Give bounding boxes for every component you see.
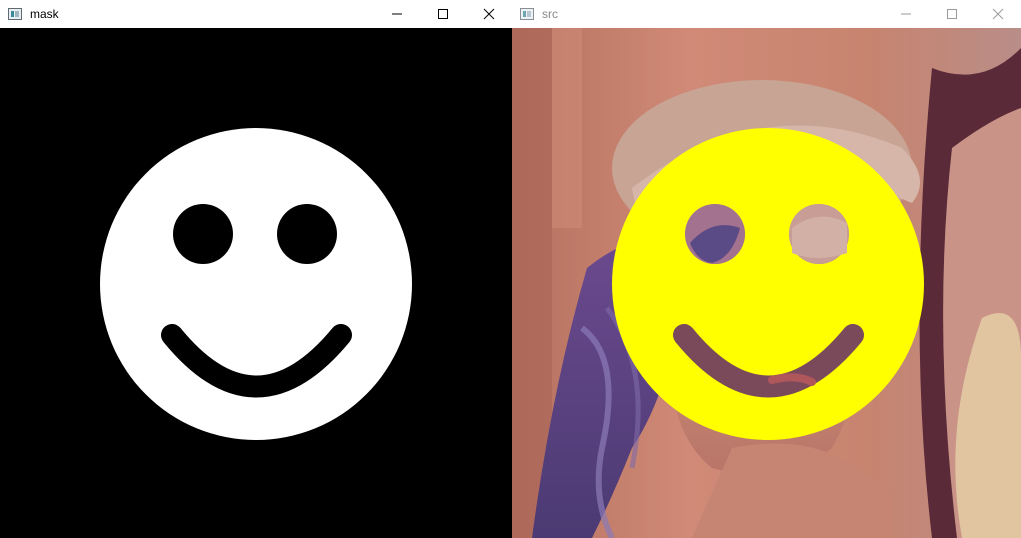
mask-window-title: mask [30, 7, 59, 21]
close-button[interactable] [975, 0, 1021, 28]
minimize-button[interactable] [374, 0, 420, 28]
minimize-button[interactable] [883, 0, 929, 28]
photo-wall-column [552, 28, 582, 228]
mask-smiley-right-eye [277, 204, 337, 264]
close-button[interactable] [466, 0, 512, 28]
src-window-controls [883, 0, 1021, 28]
mask-smiley-left-eye [173, 204, 233, 264]
src-mouth-lips [768, 373, 816, 386]
mask-window-controls [374, 0, 512, 28]
app-window-icon [8, 8, 22, 20]
minimize-icon [392, 13, 402, 15]
maximize-button[interactable] [929, 0, 975, 28]
mask-image-canvas [0, 28, 512, 538]
close-icon [483, 8, 495, 20]
src-photo [512, 28, 1021, 538]
src-window: src [512, 0, 1021, 538]
src-window-title: src [542, 7, 558, 21]
mask-title-bar[interactable]: mask [0, 0, 512, 28]
maximize-icon [947, 9, 957, 19]
src-title-bar[interactable]: src [512, 0, 1021, 28]
maximize-button[interactable] [420, 0, 466, 28]
app-window-icon [520, 8, 534, 20]
src-right-eye-hat [792, 216, 847, 258]
mask-smiley [100, 128, 412, 440]
minimize-icon [901, 13, 911, 15]
maximize-icon [438, 9, 448, 19]
src-image-canvas [512, 28, 1021, 538]
mask-window: mask [0, 0, 512, 538]
close-icon [992, 8, 1004, 20]
